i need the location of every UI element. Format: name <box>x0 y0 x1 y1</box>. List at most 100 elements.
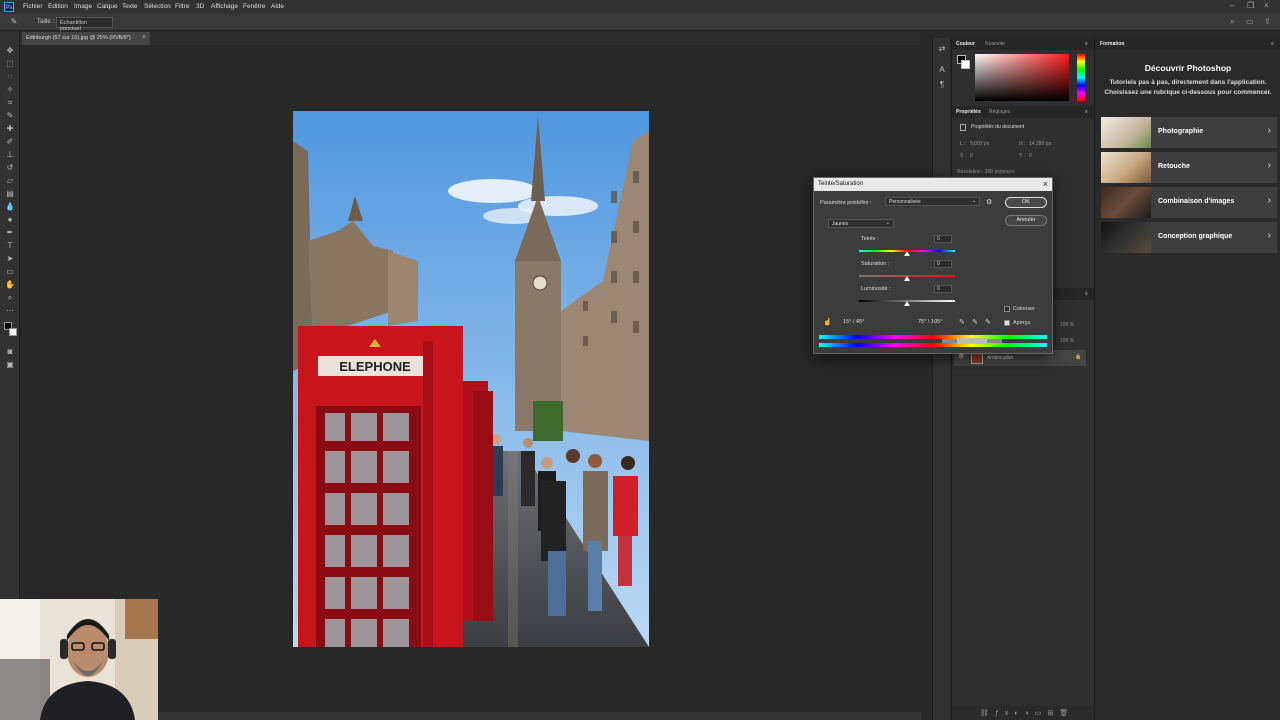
colorize-checkbox[interactable] <box>1004 306 1010 312</box>
lasso-tool-icon[interactable]: ◌ <box>5 72 15 82</box>
hue-slider[interactable] <box>1077 54 1085 101</box>
menu-image[interactable]: Image <box>74 3 92 10</box>
layers-footer-icons[interactable]: ⛓ƒx◐◑▭⊞🗑 <box>952 706 1094 720</box>
blur-tool-icon[interactable]: 💧 <box>5 202 15 212</box>
gradient-tool-icon[interactable]: ▤ <box>5 189 15 199</box>
tab-reglages[interactable]: Réglages <box>989 109 1010 115</box>
preview-checkbox[interactable] <box>1004 320 1010 326</box>
preset-select[interactable]: Personnalisée ⌄ <box>885 197 980 206</box>
learn-card-photographie[interactable]: Photographie › <box>1101 117 1277 148</box>
edinburgh-photo[interactable]: ELEPHONE <box>293 111 649 647</box>
menu-3d[interactable]: 3D <box>196 3 204 10</box>
hand-tool-icon[interactable]: ✋ <box>5 280 15 290</box>
tab-nuancier[interactable]: Nuancier <box>985 41 1005 47</box>
zoom-tool-icon[interactable]: ⌕ <box>5 293 15 303</box>
dialog-close-icon[interactable]: × <box>1043 179 1048 189</box>
move-tool-icon[interactable]: ✥ <box>5 46 15 56</box>
lightness-slider-thumb[interactable] <box>904 301 910 306</box>
hue-slider-thumb[interactable] <box>904 251 910 256</box>
eyedropper-tool-icon[interactable]: ✎ <box>5 111 15 121</box>
tab-proprietes[interactable]: Propriétés <box>956 109 981 115</box>
document-icon <box>960 124 966 131</box>
range-selector-core[interactable] <box>957 338 987 344</box>
quick-mask-icon[interactable]: ◙ <box>5 347 15 357</box>
character-panel-icon[interactable]: A <box>937 65 947 75</box>
stamp-tool-icon[interactable]: ⊥ <box>5 150 15 160</box>
channel-select[interactable]: Jaunes ⌄ <box>828 219 894 228</box>
healing-tool-icon[interactable]: ✚ <box>5 124 15 134</box>
lightness-input[interactable]: 0 <box>934 285 952 293</box>
history-brush-icon[interactable]: ↺ <box>5 163 15 173</box>
saturation-slider-thumb[interactable] <box>904 276 910 281</box>
opacity-value[interactable]: 100 % <box>1060 322 1074 328</box>
dodge-tool-icon[interactable]: ● <box>5 215 15 225</box>
menu-calque[interactable]: Calque <box>97 3 118 10</box>
minimize-icon[interactable]: – <box>1230 1 1234 10</box>
pen-tool-icon[interactable]: ✒ <box>5 228 15 238</box>
document-tab[interactable]: Edinburgh (57 sur 16).jpg @ 25% (RVB/8*)… <box>22 32 150 45</box>
menu-filtre[interactable]: Filtre <box>175 3 189 10</box>
hue-input[interactable]: 0 <box>934 235 952 243</box>
menu-fichier[interactable]: Fichier <box>23 3 43 10</box>
layers-menu-icon[interactable]: ≡ <box>1085 291 1088 297</box>
share-icon[interactable]: ⇪ <box>1264 17 1271 26</box>
color-bg-swatch[interactable] <box>961 60 970 69</box>
eyedropper-icon[interactable]: ✎ <box>959 318 965 326</box>
eraser-tool-icon[interactable]: ▱ <box>5 176 15 186</box>
target-adjust-hand-icon[interactable]: ☝ <box>823 318 832 326</box>
close-tab-icon[interactable]: × <box>142 34 146 41</box>
menu-texte[interactable]: Texte <box>122 3 138 10</box>
cancel-button[interactable]: Annuler <box>1005 215 1047 226</box>
tab-couleur[interactable]: Couleur <box>956 41 975 47</box>
width-label: L : <box>960 141 966 147</box>
type-tool-icon[interactable]: T <box>5 241 15 251</box>
fill-value[interactable]: 100 % <box>1060 338 1074 344</box>
learn-panel: Formation ≡ Découvrir Photoshop Tutoriel… <box>1094 38 1280 720</box>
learn-card-combinaison[interactable]: Combinaison d'images › <box>1101 187 1277 218</box>
menu-affichage[interactable]: Affichage <box>211 3 238 10</box>
background-color-swatch[interactable] <box>9 328 17 336</box>
paragraph-panel-icon[interactable]: ¶ <box>937 80 947 90</box>
width-value[interactable]: 9,092 po <box>970 141 989 147</box>
workspace-icon[interactable]: ▭ <box>1246 17 1254 26</box>
shape-tool-icon[interactable]: ▭ <box>5 267 15 277</box>
photographie-thumbnail <box>1101 117 1151 148</box>
learn-card-conception[interactable]: Conception graphique › <box>1101 222 1277 253</box>
height-value[interactable]: 14,280 po <box>1029 141 1051 147</box>
search-icon[interactable]: ⌕ <box>1230 17 1234 27</box>
restore-icon[interactable]: ❐ <box>1247 1 1254 10</box>
saturation-input[interactable]: 0 <box>934 260 952 268</box>
menu-fenetre[interactable]: Fenêtre <box>243 3 265 10</box>
eyedropper-minus-icon[interactable]: ✎ <box>985 318 991 326</box>
menu-selection[interactable]: Sélection <box>144 3 171 10</box>
screen-mode-icon[interactable]: ▣ <box>5 360 15 370</box>
marquee-tool-icon[interactable]: ⬚ <box>5 59 15 69</box>
menu-aide[interactable]: Aide <box>271 3 284 10</box>
learn-panel-menu-icon[interactable]: ≡ <box>1271 41 1274 47</box>
close-window-icon[interactable]: × <box>1264 1 1269 10</box>
ok-button[interactable]: OK <box>1005 197 1047 208</box>
history-panel-icon[interactable]: ⇄ <box>937 44 947 54</box>
preview-label: Aperçu <box>1013 320 1031 326</box>
sample-select[interactable]: Échantillon ponctuel <box>56 17 113 32</box>
menu-edition[interactable]: Edition <box>48 3 68 10</box>
color-picker-field[interactable] <box>975 54 1069 101</box>
dialog-titlebar[interactable]: Teinte/Saturation × <box>814 178 1052 191</box>
x-value[interactable]: 0 <box>970 153 973 159</box>
eye-icon[interactable]: 👁 <box>958 354 964 360</box>
path-select-tool-icon[interactable]: ➤ <box>5 254 15 264</box>
eyedropper-plus-icon[interactable]: ✎ <box>972 318 978 326</box>
learn-card-retouche[interactable]: Retouche › <box>1101 152 1277 183</box>
more-tools-icon[interactable]: ⋯ <box>5 306 15 316</box>
brush-tool-icon[interactable]: ✐ <box>5 137 15 147</box>
properties-menu-icon[interactable]: ≡ <box>1085 109 1088 115</box>
crop-tool-icon[interactable]: ⌗ <box>5 98 15 108</box>
y-value[interactable]: 0 <box>1029 153 1032 159</box>
tab-formation[interactable]: Formation <box>1100 41 1124 47</box>
photoshop-logo-icon[interactable]: Ps <box>4 2 14 12</box>
eyedropper-icon[interactable]: ✎ <box>9 17 19 27</box>
photo-sign-text: ELEPHONE <box>339 359 411 374</box>
preset-gear-icon[interactable]: ⚙ <box>986 198 992 206</box>
panel-menu-icon[interactable]: ≡ <box>1085 41 1088 47</box>
quick-select-tool-icon[interactable]: ✧ <box>5 85 15 95</box>
